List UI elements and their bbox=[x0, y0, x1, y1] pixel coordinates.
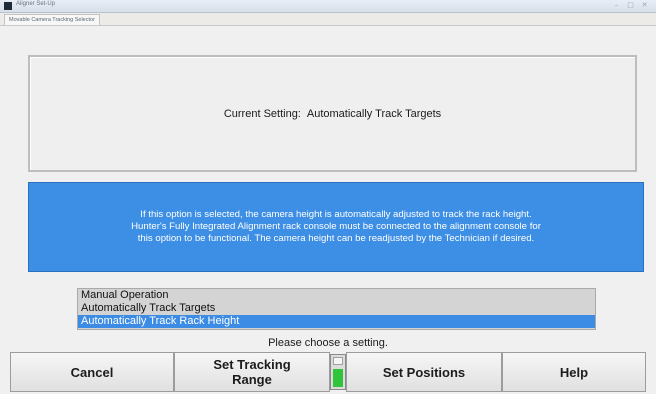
title-bar: Aligner Set-Up – □ ✕ bbox=[0, 0, 656, 13]
set-tracking-range-label: Set Tracking Range bbox=[213, 357, 291, 387]
set-tracking-range-button[interactable]: Set Tracking Range bbox=[174, 352, 330, 392]
description-line: this option to be functional. The camera… bbox=[137, 233, 535, 244]
current-setting-label: Current Setting: bbox=[223, 108, 301, 120]
description-line: Hunter's Fully Integrated Alignment rack… bbox=[131, 221, 541, 232]
instruction-prompt: Please choose a setting. bbox=[268, 337, 388, 349]
tab-strip: Movable Camera Tracking Selector bbox=[0, 13, 656, 26]
option-description-panel: If this option is selected, the camera h… bbox=[28, 182, 644, 272]
window-controls: – □ ✕ bbox=[611, 1, 650, 10]
option-automatically-track-targets[interactable]: Automatically Track Targets bbox=[78, 302, 595, 315]
help-button-label: Help bbox=[559, 364, 589, 380]
cancel-button[interactable]: Cancel bbox=[10, 352, 174, 392]
maximize-icon[interactable]: □ bbox=[625, 1, 636, 10]
window-title: Aligner Set-Up bbox=[16, 1, 56, 7]
set-positions-button[interactable]: Set Positions bbox=[346, 352, 502, 392]
set-positions-label: Set Positions bbox=[382, 364, 466, 380]
option-automatically-track-rack-height[interactable]: Automatically Track Rack Height bbox=[78, 315, 595, 328]
app-icon bbox=[4, 2, 12, 10]
indicator-cap bbox=[333, 357, 343, 365]
current-setting-text: Current Setting: Automatically Track Targ… bbox=[30, 108, 635, 120]
close-icon[interactable]: ✕ bbox=[639, 1, 650, 10]
option-manual-operation[interactable]: Manual Operation bbox=[78, 289, 595, 302]
option-description: If this option is selected, the camera h… bbox=[29, 209, 643, 245]
current-setting-value: Automatically Track Targets bbox=[306, 108, 442, 120]
description-line: If this option is selected, the camera h… bbox=[140, 209, 532, 220]
help-button[interactable]: Help bbox=[502, 352, 646, 392]
button-bar: Cancel Set Tracking Range Set Positions H… bbox=[10, 352, 646, 392]
current-setting-panel: Current Setting: Automatically Track Targ… bbox=[28, 55, 637, 172]
tracking-mode-listbox[interactable]: Manual Operation Automatically Track Tar… bbox=[77, 288, 596, 330]
indicator-level bbox=[333, 369, 343, 387]
camera-height-indicator bbox=[330, 354, 346, 390]
minimize-icon[interactable]: – bbox=[611, 1, 622, 10]
tab-camera-tracking-selector[interactable]: Movable Camera Tracking Selector bbox=[4, 14, 100, 25]
cancel-button-label: Cancel bbox=[70, 364, 114, 380]
